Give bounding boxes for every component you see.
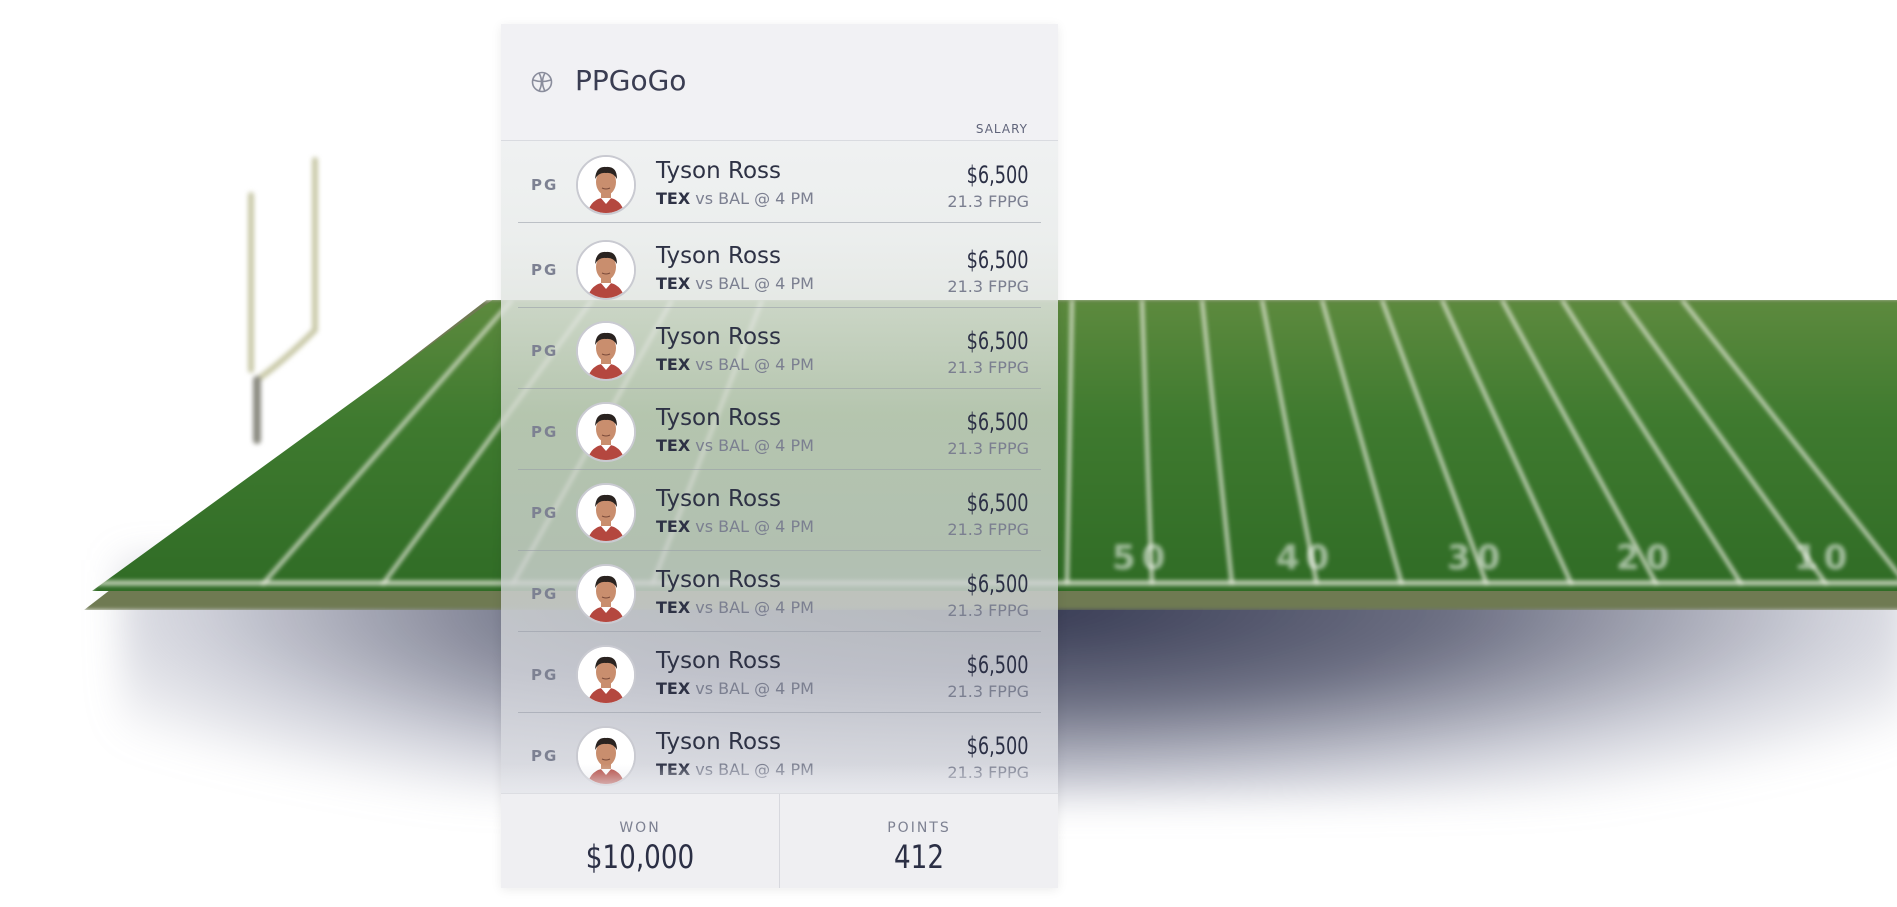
- won-label: WON: [619, 820, 661, 836]
- player-position: PG: [531, 666, 559, 684]
- player-team: TEX: [656, 355, 691, 374]
- card-header: PPGoGo SALARY: [501, 24, 1058, 141]
- player-name: Tyson Ross: [656, 324, 782, 350]
- player-fppg: 21.3 FPPG: [947, 601, 1029, 620]
- field-number: 40: [1276, 538, 1336, 578]
- player-list[interactable]: PG Tyson Ross TEX vs BAL @ 4 PM $6,500 21.3 …: [501, 141, 1058, 793]
- salary-column-header: SALARY: [975, 122, 1028, 136]
- player-team: TEX: [656, 679, 691, 698]
- player-avatar: [576, 645, 636, 705]
- player-position: PG: [531, 504, 559, 522]
- won-value: $10,000: [585, 838, 695, 876]
- app-title: PPGoGo: [575, 64, 687, 97]
- player-position: PG: [531, 585, 559, 603]
- basketball-icon: [531, 71, 553, 93]
- player-avatar: [576, 240, 636, 300]
- player-name: Tyson Ross: [656, 158, 782, 184]
- field-number: 50: [1112, 538, 1172, 578]
- player-salary: $6,500: [967, 732, 1029, 760]
- player-avatar: [576, 483, 636, 543]
- matchup-text: vs BAL @ 4 PM: [690, 189, 814, 208]
- player-team: TEX: [656, 436, 691, 455]
- player-avatar: [576, 155, 636, 215]
- player-row[interactable]: PG Tyson Ross TEX vs BAL @ 4 PM $6,500 21.3 …: [518, 307, 1041, 389]
- player-position: PG: [531, 342, 559, 360]
- matchup-text: vs BAL @ 4 PM: [690, 679, 814, 698]
- player-matchup: TEX vs BAL @ 4 PM: [656, 436, 814, 455]
- player-name: Tyson Ross: [656, 243, 782, 269]
- player-matchup: TEX vs BAL @ 4 PM: [656, 679, 814, 698]
- player-row[interactable]: PG Tyson Ross TEX vs BAL @ 4 PM $6,500 21.3 …: [518, 388, 1041, 470]
- player-fppg: 21.3 FPPG: [947, 192, 1029, 211]
- matchup-text: vs BAL @ 4 PM: [690, 517, 814, 536]
- player-row[interactable]: PG Tyson Ross TEX vs BAL @ 4 PM $6,500 21.3 …: [518, 226, 1041, 308]
- player-team: TEX: [656, 598, 691, 617]
- player-salary: $6,500: [967, 408, 1029, 436]
- player-position: PG: [531, 176, 559, 194]
- goalpost: [235, 150, 325, 450]
- player-salary: $6,500: [967, 327, 1029, 355]
- matchup-text: vs BAL @ 4 PM: [690, 598, 814, 617]
- player-row[interactable]: PG Tyson Ross TEX vs BAL @ 4 PM $6,500 21.3 …: [518, 550, 1041, 632]
- points-stat: POINTS 412: [780, 794, 1058, 888]
- player-salary: $6,500: [967, 651, 1029, 679]
- player-position: PG: [531, 423, 559, 441]
- player-salary: $6,500: [967, 161, 1029, 189]
- player-salary: $6,500: [967, 489, 1029, 517]
- player-avatar: [576, 321, 636, 381]
- player-fppg: 21.3 FPPG: [947, 277, 1029, 296]
- player-matchup: TEX vs BAL @ 4 PM: [656, 274, 814, 293]
- list-fade: [501, 764, 1058, 794]
- player-position: PG: [531, 261, 559, 279]
- player-team: TEX: [656, 517, 691, 536]
- matchup-text: vs BAL @ 4 PM: [690, 355, 814, 374]
- player-matchup: TEX vs BAL @ 4 PM: [656, 598, 814, 617]
- player-fppg: 21.3 FPPG: [947, 439, 1029, 458]
- player-fppg: 21.3 FPPG: [947, 358, 1029, 377]
- player-name: Tyson Ross: [656, 405, 782, 431]
- field-number: 30: [1447, 538, 1507, 578]
- player-matchup: TEX vs BAL @ 4 PM: [656, 189, 814, 208]
- player-row[interactable]: PG Tyson Ross TEX vs BAL @ 4 PM $6,500 21.3 …: [518, 631, 1041, 713]
- player-fppg: 21.3 FPPG: [947, 682, 1029, 701]
- points-value: 412: [893, 838, 945, 876]
- matchup-text: vs BAL @ 4 PM: [690, 436, 814, 455]
- player-name: Tyson Ross: [656, 729, 782, 755]
- player-avatar: [576, 402, 636, 462]
- player-name: Tyson Ross: [656, 486, 782, 512]
- player-fppg: 21.3 FPPG: [947, 520, 1029, 539]
- player-salary: $6,500: [967, 246, 1029, 274]
- player-row[interactable]: PG Tyson Ross TEX vs BAL @ 4 PM $6,500 21.3 …: [518, 141, 1041, 223]
- player-salary: $6,500: [967, 570, 1029, 598]
- field-number: 20: [1616, 538, 1676, 578]
- won-stat: WON $10,000: [501, 794, 780, 888]
- lineup-card: PPGoGo SALARY PG Tyson Ross TEX vs BAL @ 4…: [501, 24, 1058, 888]
- card-footer: WON $10,000 POINTS 412: [501, 793, 1058, 888]
- matchup-text: vs BAL @ 4 PM: [690, 274, 814, 293]
- player-avatar: [576, 564, 636, 624]
- player-team: TEX: [656, 189, 691, 208]
- player-team: TEX: [656, 274, 691, 293]
- points-label: POINTS: [887, 820, 951, 836]
- player-name: Tyson Ross: [656, 648, 782, 674]
- player-row[interactable]: PG Tyson Ross TEX vs BAL @ 4 PM $6,500 21.3 …: [518, 469, 1041, 551]
- player-name: Tyson Ross: [656, 567, 782, 593]
- player-matchup: TEX vs BAL @ 4 PM: [656, 517, 814, 536]
- player-matchup: TEX vs BAL @ 4 PM: [656, 355, 814, 374]
- field-number: 10: [1794, 538, 1854, 578]
- player-position: PG: [531, 747, 559, 765]
